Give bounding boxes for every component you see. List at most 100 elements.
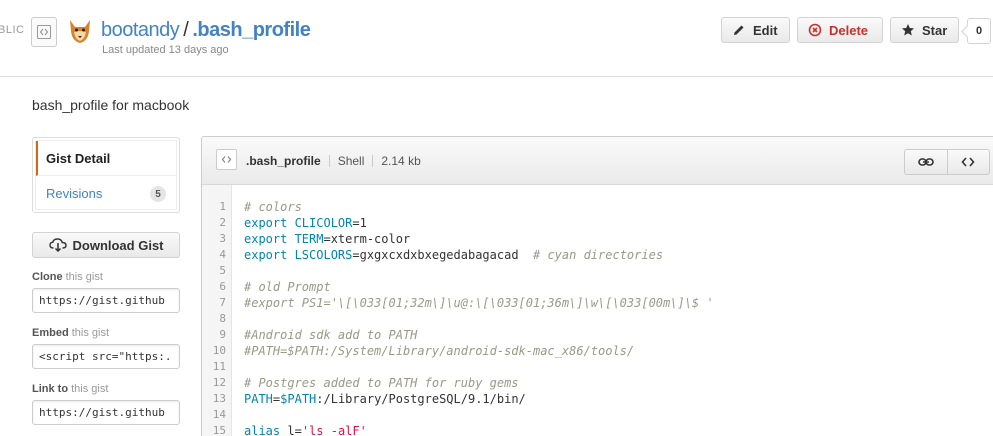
owner-link[interactable]: bootandy	[101, 19, 180, 41]
code-token: TERM	[294, 232, 324, 246]
clone-label-bold: Clone	[32, 271, 63, 283]
line-number[interactable]: 1	[202, 199, 226, 215]
line-number[interactable]: 8	[202, 311, 226, 327]
revisions-count: 5	[150, 186, 166, 202]
code-line: 12 # Postgres added to PATH for ruby gems	[202, 375, 993, 391]
file-box: .bash_profile Shell 2.14 kb 1 # colors 2 ex…	[201, 136, 993, 436]
link-label-rest: this gist	[68, 383, 109, 395]
code-token: CLICOLOR	[294, 216, 353, 230]
code-text: export LSCOLORS=gxgxcxdxbxegedabagacad #…	[244, 247, 663, 263]
star-icon	[902, 24, 914, 36]
link-label-bold: Link to	[32, 383, 69, 395]
code-text: PATH=$PATH:/Library/PostgreSQL/9.1/bin/	[244, 391, 526, 407]
avatar[interactable]	[66, 17, 94, 45]
code-text: export TERM=xterm-color	[244, 231, 410, 247]
code-token: #Android sdk add to PATH	[244, 328, 418, 342]
star-count[interactable]: 0	[967, 18, 991, 44]
cloud-download-icon	[48, 238, 67, 252]
delete-label: Delete	[829, 22, 869, 38]
line-number[interactable]: 12	[202, 375, 226, 391]
line-number[interactable]: 2	[202, 215, 226, 231]
line-number[interactable]: 6	[202, 279, 226, 295]
last-updated: Last updated 13 days ago	[102, 44, 229, 56]
embed-label: Embed this gist	[32, 327, 109, 339]
embed-label-rest: this gist	[68, 327, 110, 339]
nav-revisions[interactable]: Revisions 5	[36, 176, 176, 211]
code-token: =gxgxcxdxbxegedabagacad	[352, 248, 533, 262]
line-number[interactable]: 5	[202, 263, 226, 279]
line-number[interactable]: 4	[202, 247, 226, 263]
star-label: Star	[922, 22, 948, 38]
gist-sidebar-nav: Gist Detail Revisions 5	[32, 137, 180, 213]
file-actions	[904, 149, 990, 175]
file-header: .bash_profile Shell 2.14 kb	[202, 137, 993, 185]
nav-revisions-label: Revisions	[46, 186, 103, 201]
code-token: =1	[352, 216, 367, 230]
code-text: # colors	[244, 199, 302, 215]
code-token: =xterm-color	[323, 232, 411, 246]
code-line: 4 export LSCOLORS=gxgxcxdxbxegedabagacad …	[202, 247, 993, 263]
embed-code-button[interactable]	[946, 150, 990, 174]
line-number[interactable]: 14	[202, 407, 226, 423]
file-name[interactable]: .bash_profile	[246, 154, 321, 168]
code-token: # cyan directories	[533, 248, 664, 262]
code-token: l	[287, 424, 295, 436]
gist-title: bootandy / .bash_profile	[101, 19, 311, 42]
code-line: 14	[202, 407, 993, 423]
code-token: alias	[244, 424, 288, 436]
code-line: 2 export CLICOLOR=1	[202, 215, 993, 231]
visibility-label: BLIC	[0, 24, 25, 36]
code-token: export	[244, 216, 295, 230]
code-token: LSCOLORS	[294, 248, 353, 262]
code-text: #Android sdk add to PATH	[244, 327, 417, 343]
code-line: 15 alias l='ls -alF'	[202, 423, 993, 436]
file-language: Shell	[337, 154, 365, 168]
code-line: 9 #Android sdk add to PATH	[202, 327, 993, 343]
nav-gist-detail[interactable]: Gist Detail	[36, 141, 176, 176]
gist-description: bash_profile for macbook	[32, 97, 190, 113]
code-line: 8	[202, 311, 993, 327]
line-number[interactable]: 15	[202, 423, 226, 436]
link-icon	[917, 158, 934, 166]
embed-code-icon	[961, 157, 975, 167]
clone-label: Clone this gist	[32, 271, 103, 283]
clone-label-rest: this gist	[62, 271, 103, 283]
edit-label: Edit	[753, 22, 778, 38]
star-button[interactable]: Star	[890, 17, 959, 43]
meta-divider	[372, 155, 374, 167]
edit-button[interactable]: Edit	[721, 17, 790, 43]
line-number[interactable]: 7	[202, 295, 226, 311]
code-line: 3 export TERM=xterm-color	[202, 231, 993, 247]
code-line: 13 PATH=$PATH:/Library/PostgreSQL/9.1/bin…	[202, 391, 993, 407]
pencil-icon	[734, 25, 744, 35]
line-number[interactable]: 10	[202, 343, 226, 359]
nav-gist-detail-label: Gist Detail	[46, 150, 111, 166]
code-token: #PATH=$PATH:/System/Library/android-sdk-…	[244, 344, 635, 358]
delete-button[interactable]: Delete	[797, 17, 883, 43]
line-number[interactable]: 3	[202, 231, 226, 247]
gist-header: BLIC bootandy / .bash_profile Last updated…	[0, 0, 993, 77]
file-code-icon	[216, 149, 237, 170]
code-line: 5	[202, 263, 993, 279]
link-url-input[interactable]	[32, 400, 180, 425]
gist-name-link[interactable]: .bash_profile	[192, 19, 310, 41]
code-token: # old Prompt	[244, 280, 331, 294]
download-gist-label: Download Gist	[72, 237, 164, 253]
permalink-button[interactable]	[905, 150, 947, 174]
gist-code-icon	[31, 17, 57, 47]
line-number[interactable]: 13	[202, 391, 226, 407]
title-separator: /	[183, 19, 189, 41]
code-token: =	[294, 424, 302, 436]
line-number[interactable]: 11	[202, 359, 226, 375]
embed-code-input[interactable]	[32, 344, 180, 369]
code-text: export CLICOLOR=1	[244, 215, 367, 231]
x-circle-icon	[808, 23, 822, 37]
line-number[interactable]: 9	[202, 327, 226, 343]
download-gist-button[interactable]: Download Gist	[32, 232, 180, 258]
clone-url-input[interactable]	[32, 288, 180, 313]
embed-label-bold: Embed	[32, 327, 69, 339]
code-token: #export PS1='\[\033[01;32m\]\u@:\[\033[0…	[244, 296, 714, 310]
code-text: # old Prompt	[244, 279, 331, 295]
code-line: 1 # colors	[202, 199, 993, 215]
file-meta: .bash_profile Shell 2.14 kb	[246, 154, 421, 168]
